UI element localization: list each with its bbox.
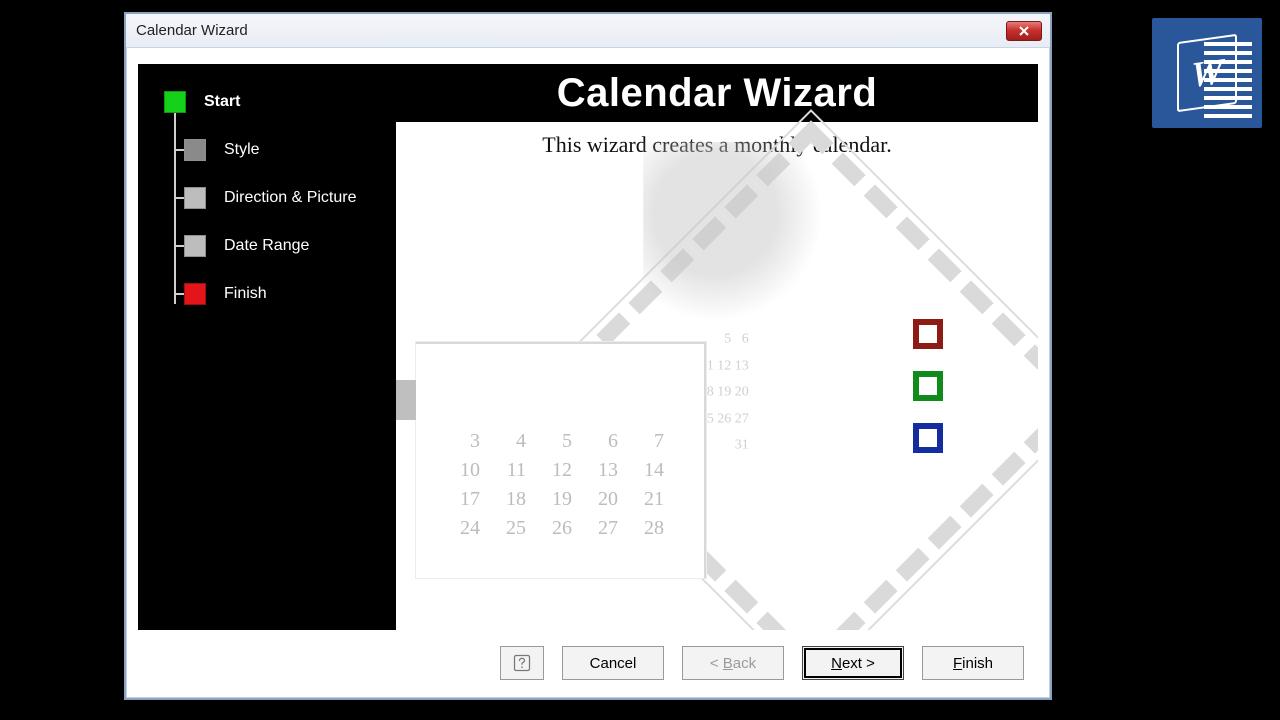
word-app-icon: W [1152,18,1262,128]
minical-cell: 21 [636,488,664,511]
step-start-label: Start [204,93,240,111]
minical-cell: 24 [452,517,480,540]
minical-cell: 10 [452,459,480,482]
step-direction-picture[interactable]: Direction & Picture [138,174,396,222]
step-direction-marker [184,187,206,209]
step-style-label: Style [224,141,260,159]
swatch-red [913,319,943,349]
minical-grid: 3 4 5 6 7 10 11 12 13 14 17 [434,424,682,546]
minical-cell: 26 [544,517,572,540]
minical-cell: 11 [498,459,526,482]
step-finish-label: Finish [224,285,267,303]
minical-cell: 3 [452,430,480,453]
step-daterange-label: Date Range [224,237,309,255]
color-swatches [913,319,943,453]
step-daterange-marker [184,235,206,257]
back-label: < Back [710,655,756,672]
minical-cell: 25 [498,517,526,540]
panel-banner: Calendar Wizard [396,64,1038,122]
button-bar: Cancel < Back Next > Finish [138,642,1038,684]
swatch-green [913,371,943,401]
minical-cell: 18 [498,488,526,511]
help-icon [512,653,532,673]
minical-cell: 20 [590,488,618,511]
close-button[interactable] [1006,21,1042,41]
minical-cell: 4 [498,430,526,453]
finish-label: Finish [953,655,993,672]
step-style[interactable]: Style [138,126,396,174]
calendar-preview-front: 3 4 5 6 7 10 11 12 13 14 17 [416,342,706,578]
step-direction-label: Direction & Picture [224,189,357,207]
minical-cell: 19 [544,488,572,511]
cancel-button[interactable]: Cancel [562,646,664,680]
next-label: Next > [831,655,875,672]
finish-button[interactable]: Finish [922,646,1024,680]
step-date-range[interactable]: Date Range [138,222,396,270]
minical-cell: 14 [636,459,664,482]
minical-cell: 6 [590,430,618,453]
step-rail: Start Style Direction & Picture Date Ran… [138,64,396,630]
window-title: Calendar Wizard [136,22,248,39]
minical-cell: 13 [590,459,618,482]
step-start[interactable]: Start [138,78,396,126]
wizard-window: Calendar Wizard Start Style [124,12,1052,700]
minical-cell: 28 [636,517,664,540]
close-icon [1018,25,1030,37]
wizard-body: Start Style Direction & Picture Date Ran… [138,64,1038,630]
step-start-marker [164,91,186,113]
word-doc-lines [1204,42,1252,118]
minical-cell: 5 [544,430,572,453]
help-button[interactable] [500,646,544,680]
minical-cell: 17 [452,488,480,511]
titlebar: Calendar Wizard [126,14,1050,48]
step-finish-marker [184,283,206,305]
step-style-marker [184,139,206,161]
minical-cell: 7 [636,430,664,453]
step-finish[interactable]: Finish [138,270,396,318]
minical-tab [396,380,416,420]
next-button[interactable]: Next > [802,646,904,680]
minical-cell: 27 [590,517,618,540]
minical-cell: 12 [544,459,572,482]
swatch-blue [913,423,943,453]
back-button: < Back [682,646,784,680]
content-panel: Calendar Wizard This wizard creates a mo… [396,64,1038,630]
